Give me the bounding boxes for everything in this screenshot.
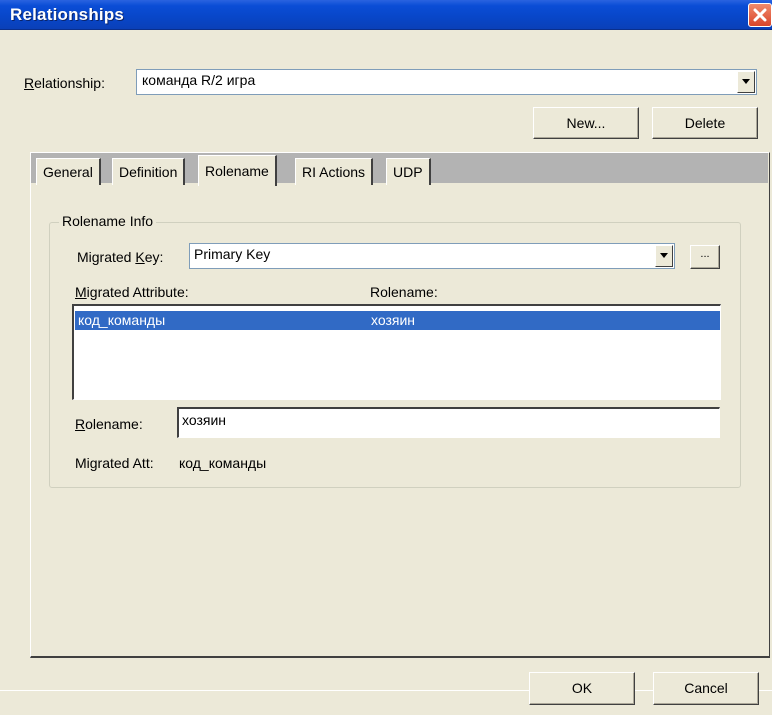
list-item[interactable]: код_команды хозяин — [75, 311, 720, 330]
migrated-att-value: код_команды — [179, 455, 267, 471]
col-migrated-attribute: Migrated Attribute: — [75, 284, 189, 300]
tab-rolename[interactable]: Rolename — [198, 155, 277, 186]
rolename-input-value: хозяин — [182, 412, 227, 428]
chevron-down-icon[interactable] — [737, 71, 755, 93]
rolename-input[interactable]: хозяин — [177, 407, 720, 438]
migrated-attribute-list[interactable]: код_команды хозяин — [72, 304, 721, 400]
chevron-down-icon[interactable] — [655, 245, 673, 267]
migrated-att-label: Migrated Att: — [75, 455, 154, 471]
delete-button[interactable]: Delete — [652, 107, 758, 139]
window-title: Relationships — [10, 5, 125, 24]
list-item-attribute: код_команды — [78, 312, 166, 328]
cancel-button[interactable]: Cancel — [653, 672, 759, 705]
tab-ri-actions[interactable]: RI Actions — [295, 158, 374, 185]
tab-udp[interactable]: UDP — [386, 158, 431, 185]
title-bar: Relationships — [0, 0, 772, 30]
relationship-label: Relationship: — [24, 75, 105, 91]
list-item-rolename: хозяин — [371, 312, 416, 328]
col-rolename: Rolename: — [370, 284, 438, 300]
group-title: Rolename Info — [59, 213, 157, 229]
close-icon — [753, 8, 767, 22]
migrated-key-value: Primary Key — [194, 246, 271, 262]
ellipsis-button[interactable]: ... — [690, 245, 720, 269]
tab-general[interactable]: General — [36, 158, 101, 185]
relationship-select[interactable]: команда R/2 игра — [136, 69, 757, 95]
migrated-key-label: Migrated Key: — [77, 249, 164, 265]
rolename-label: Rolename: — [75, 416, 143, 432]
new-button[interactable]: New... — [533, 107, 639, 139]
ok-button[interactable]: OK — [529, 672, 635, 705]
relationship-value: команда R/2 игра — [142, 72, 256, 88]
migrated-key-select[interactable]: Primary Key — [189, 243, 675, 269]
close-button[interactable] — [748, 3, 772, 27]
tab-definition[interactable]: Definition — [112, 158, 186, 185]
